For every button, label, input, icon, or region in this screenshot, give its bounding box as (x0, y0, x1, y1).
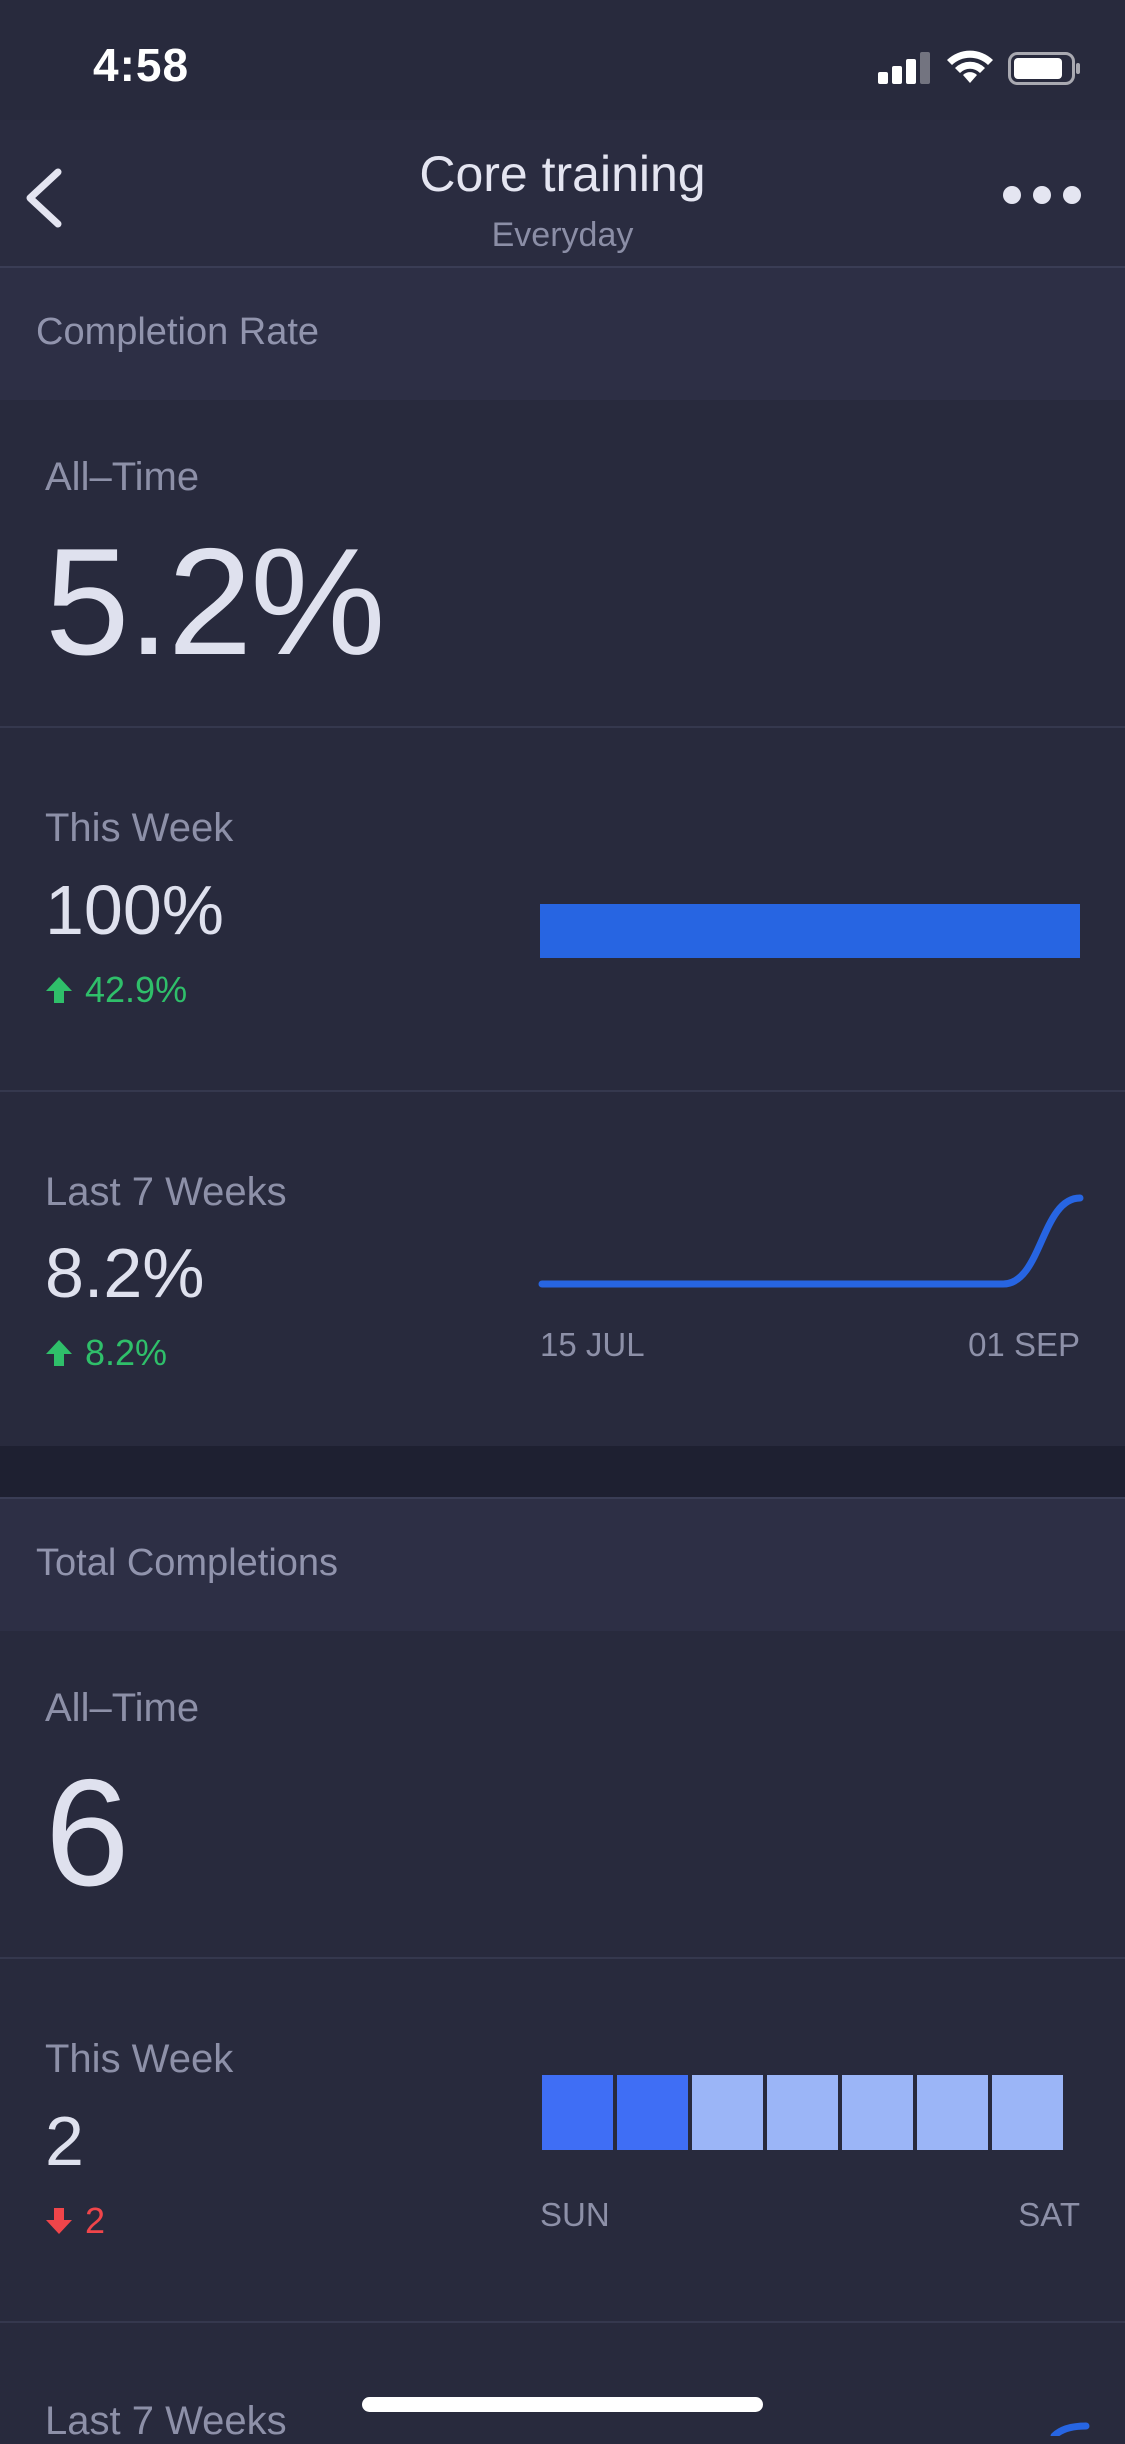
trend-line (538, 1194, 1084, 1288)
last-7-weeks-label: Last 7 Weeks (45, 2399, 287, 2443)
last-7-weeks-completions-chart-edge (1050, 2422, 1090, 2436)
day-cell-fri (917, 2075, 988, 2150)
week-axis-end-label: SAT (1018, 2196, 1080, 2233)
this-week-completions-value: 2 (45, 2102, 84, 2180)
last-7-weeks-trend-chart (538, 1194, 1084, 1288)
more-options-button[interactable] (1000, 180, 1084, 210)
day-cell-tue (692, 2075, 763, 2150)
page-title: Core training (419, 146, 706, 202)
this-week-day-grid (542, 2075, 1063, 2150)
this-week-completions-change: 2 (45, 2200, 105, 2242)
all-time-rate-value: 5.2% (45, 517, 385, 687)
home-indicator[interactable] (362, 2397, 763, 2412)
day-cell-mon (617, 2075, 688, 2150)
page-subtitle: Everyday (491, 216, 634, 254)
trend-axis-end-label: 01 SEP (968, 1326, 1080, 1363)
this-week-rate-bar (540, 904, 1080, 958)
battery-icon (1008, 52, 1080, 85)
this-week-rate-bar-track (540, 904, 1080, 958)
week-axis-start-label: SUN (540, 2196, 610, 2233)
wifi-icon (947, 50, 993, 83)
last-7-weeks-rate-change: 8.2% (45, 1332, 167, 1374)
all-time-label: All–Time (45, 1686, 200, 1730)
arrow-up-icon (46, 977, 72, 1003)
this-week-rate-change: 42.9% (45, 969, 187, 1011)
arrow-up-icon (46, 1340, 72, 1366)
last-7-weeks-rate-change-value: 8.2% (85, 1332, 168, 1373)
trend-axis-start-label: 15 JUL (540, 1326, 645, 1363)
last-7-weeks-rate-value: 8.2% (45, 1234, 205, 1312)
this-week-label: This Week (45, 806, 234, 850)
day-cell-sat (992, 2075, 1063, 2150)
this-week-completions-change-value: 2 (85, 2200, 106, 2241)
day-cell-wed (767, 2075, 838, 2150)
day-cell-thu (842, 2075, 913, 2150)
all-time-label: All–Time (45, 455, 200, 499)
total-completions-section-title: Total Completions (36, 1542, 339, 1584)
last-7-weeks-label: Last 7 Weeks (45, 1170, 287, 1214)
total-completions-all-time-row (0, 1631, 1125, 1959)
this-week-rate-value: 100% (45, 871, 225, 949)
this-week-label: This Week (45, 2037, 234, 2081)
status-time: 4:58 (93, 39, 190, 91)
all-time-completions-value: 6 (45, 1748, 130, 1918)
section-divider (0, 1446, 1125, 1498)
this-week-rate-change-value: 42.9% (85, 969, 188, 1010)
arrow-down-icon (46, 2208, 72, 2234)
completion-rate-section-title: Completion Rate (36, 311, 320, 353)
cellular-signal-icon (878, 52, 934, 84)
day-cell-sun (542, 2075, 613, 2150)
